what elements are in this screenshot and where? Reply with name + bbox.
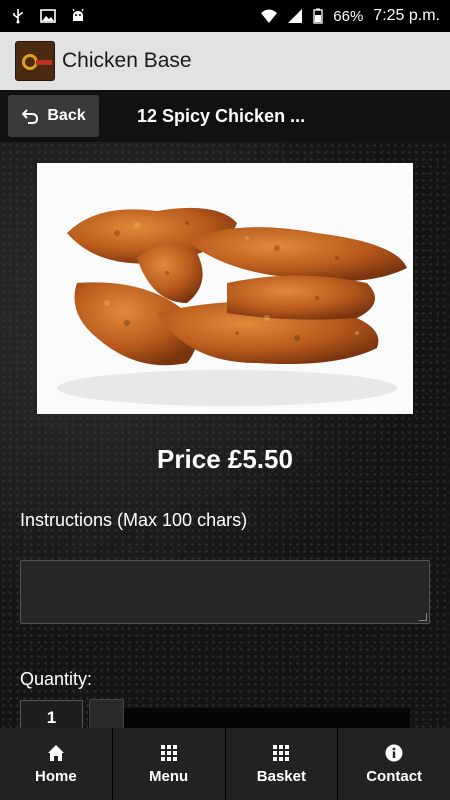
instructions-field[interactable]	[20, 560, 430, 624]
grid-icon	[160, 744, 178, 762]
back-button[interactable]: Back	[8, 95, 99, 137]
usb-icon	[10, 8, 26, 24]
resize-grip-icon[interactable]	[419, 613, 427, 621]
tab-contact[interactable]: Contact	[338, 728, 450, 800]
instructions-label: Instructions (Max 100 chars)	[20, 510, 248, 530]
image-icon	[40, 8, 56, 24]
quantity-slider-track[interactable]	[88, 708, 410, 728]
battery-percent: 66%	[333, 7, 364, 25]
back-button-label: Back	[47, 107, 86, 124]
tab-home-label: Home	[35, 767, 77, 785]
tab-contact-label: Contact	[366, 767, 423, 785]
battery-icon	[313, 8, 323, 24]
info-icon	[385, 744, 403, 762]
quantity-slider-thumb[interactable]	[89, 699, 124, 728]
price-label: Price £5.50	[157, 444, 293, 474]
tab-basket-label: Basket	[256, 767, 306, 785]
bottom-tab-bar: Home Menu Basket Contact	[0, 728, 450, 800]
grid-icon	[272, 744, 290, 762]
quantity-field[interactable]: 1	[20, 700, 83, 728]
clock: 7:25 p.m.	[373, 7, 440, 24]
signal-icon	[287, 8, 303, 24]
page-header: Back 12 Spicy Chicken ...	[0, 90, 450, 142]
wifi-icon	[261, 8, 278, 24]
app-logo	[15, 41, 55, 81]
chicken-strips-photo	[37, 163, 413, 414]
tab-menu[interactable]: Menu	[112, 728, 226, 800]
page-title: 12 Spicy Chicken ...	[137, 105, 306, 126]
home-icon	[47, 744, 65, 762]
quantity-label: Quantity:	[20, 669, 93, 689]
android-icon	[70, 8, 86, 24]
status-bar: 66% 7:25 p.m.	[0, 0, 450, 32]
product-detail: Price £5.50 Instructions (Max 100 chars)…	[0, 142, 450, 728]
tab-home[interactable]: Home	[0, 728, 113, 800]
app-title: Chicken Base	[62, 49, 192, 72]
app-bar: Chicken Base	[0, 32, 450, 90]
back-arrow-icon	[21, 107, 39, 125]
tab-menu-label: Menu	[149, 767, 189, 785]
tab-basket[interactable]: Basket	[225, 728, 339, 800]
